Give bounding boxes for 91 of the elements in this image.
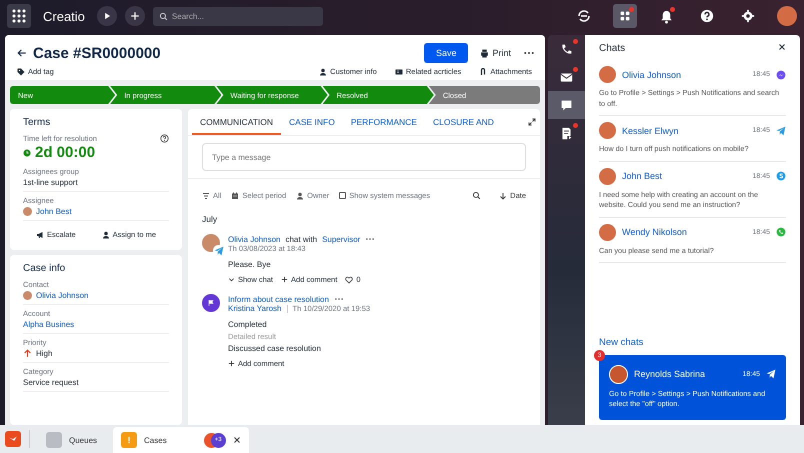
- task-status: Completed: [228, 320, 268, 329]
- month-heading: July: [201, 213, 218, 226]
- author-link[interactable]: Kristina Yarosh: [228, 304, 282, 313]
- help-icon: [700, 9, 714, 23]
- author-link[interactable]: Olivia Johnson: [228, 234, 280, 244]
- up-arrow-icon: [23, 349, 32, 358]
- field-value: 1st-line support: [23, 178, 78, 187]
- field-value[interactable]: Olivia Johnson: [36, 291, 88, 300]
- card-title: Terms: [23, 117, 52, 128]
- paper-plane-icon: [776, 126, 786, 136]
- message-field[interactable]: Type a message: [202, 143, 526, 171]
- tab[interactable]: COMMUNICATION: [192, 109, 282, 135]
- field-value[interactable]: John Best: [36, 207, 72, 216]
- field-value: Service request: [23, 378, 79, 387]
- tab[interactable]: CASE INFO: [281, 109, 343, 135]
- user-avatar[interactable]: [777, 6, 797, 26]
- tab[interactable]: CLOSURE AND: [424, 109, 502, 135]
- back-arrow-icon: [17, 48, 27, 58]
- app-menu-button[interactable]: [7, 4, 31, 28]
- search-icon: [158, 12, 168, 20]
- printer-icon: [480, 48, 490, 58]
- grid-icon: [12, 9, 26, 23]
- messenger-icon: [776, 70, 786, 80]
- bell-icon: [658, 8, 674, 24]
- search-icon: [472, 191, 482, 200]
- down-arrow-icon: [499, 192, 508, 200]
- field-value[interactable]: Alpha Busines: [23, 320, 74, 329]
- skype-icon: [776, 171, 786, 182]
- contact-name[interactable]: Wendy Nikolson: [622, 227, 746, 238]
- field-value: High: [36, 349, 52, 358]
- run-button[interactable]: [96, 6, 117, 26]
- panel-title: Chats: [599, 42, 626, 54]
- contact-name[interactable]: Kessler Elwyn: [622, 126, 746, 136]
- phone-icon: [560, 42, 573, 56]
- person-icon: [319, 68, 328, 76]
- close-icon: [778, 43, 786, 51]
- taskbar-tab[interactable]: Queues: [38, 427, 106, 453]
- avatar: [599, 224, 616, 241]
- avatar: [202, 234, 220, 252]
- swirl-icon: [576, 8, 592, 24]
- record-title: Case #SR0000000: [33, 44, 162, 62]
- avatar: [609, 364, 628, 384]
- time-left: 2d 00:00: [35, 144, 96, 161]
- heart-icon: [345, 276, 354, 284]
- plus-icon: [228, 360, 235, 367]
- save-button[interactable]: Save: [424, 43, 468, 63]
- plus-icon: [281, 276, 288, 283]
- clock-icon: [23, 148, 31, 156]
- megaphone-icon: [36, 230, 44, 238]
- chevron-icon: [228, 276, 235, 283]
- avatar: [23, 207, 32, 216]
- result-text: Discussed case resolution: [228, 344, 322, 353]
- help-icon: [160, 134, 169, 143]
- paper-plane-icon: [214, 246, 224, 256]
- avatar: [23, 291, 32, 300]
- contact-name: Reynolds Sabrina: [634, 369, 706, 380]
- card-title: Case info: [23, 263, 66, 274]
- sidebar-button[interactable]: [548, 91, 585, 119]
- calendar-icon: [231, 192, 240, 200]
- expand-icon: [528, 118, 536, 126]
- task-title[interactable]: Inform about case resolution: [228, 294, 329, 304]
- plus-icon: [130, 11, 140, 21]
- contact-name[interactable]: Olivia Johnson: [622, 70, 746, 80]
- chat-connector: chat with: [285, 234, 318, 244]
- contact-name[interactable]: John Best: [622, 171, 746, 182]
- tab[interactable]: PERFORMANCE: [342, 109, 425, 135]
- document-icon: [560, 126, 573, 140]
- search-field[interactable]: Search...: [152, 6, 323, 26]
- app-icon[interactable]: [5, 431, 21, 447]
- avatar: [599, 122, 616, 140]
- article-icon: [394, 68, 403, 76]
- avatar: [599, 168, 616, 185]
- add-button[interactable]: [124, 6, 145, 26]
- avatar: [599, 66, 616, 83]
- logo[interactable]: Creatio: [43, 8, 85, 24]
- person-icon: [102, 230, 110, 238]
- target-link[interactable]: Supervisor: [322, 234, 360, 244]
- feed-message: Please. Bye: [228, 260, 272, 269]
- filter-icon: [202, 192, 210, 200]
- chat-bubble-icon: [560, 98, 573, 112]
- paper-plane-icon: [766, 369, 776, 380]
- close-icon: [232, 436, 241, 444]
- phone-bubble-icon: [776, 227, 786, 238]
- print-button[interactable]: Print: [474, 45, 517, 61]
- mail-icon: [560, 70, 573, 84]
- toolbar-button[interactable]: [613, 4, 637, 28]
- flag-icon: [207, 299, 215, 307]
- tag-icon: [17, 68, 25, 76]
- apps-icon: [618, 9, 632, 23]
- section-title: New chats: [599, 336, 644, 348]
- person-icon: [296, 192, 304, 200]
